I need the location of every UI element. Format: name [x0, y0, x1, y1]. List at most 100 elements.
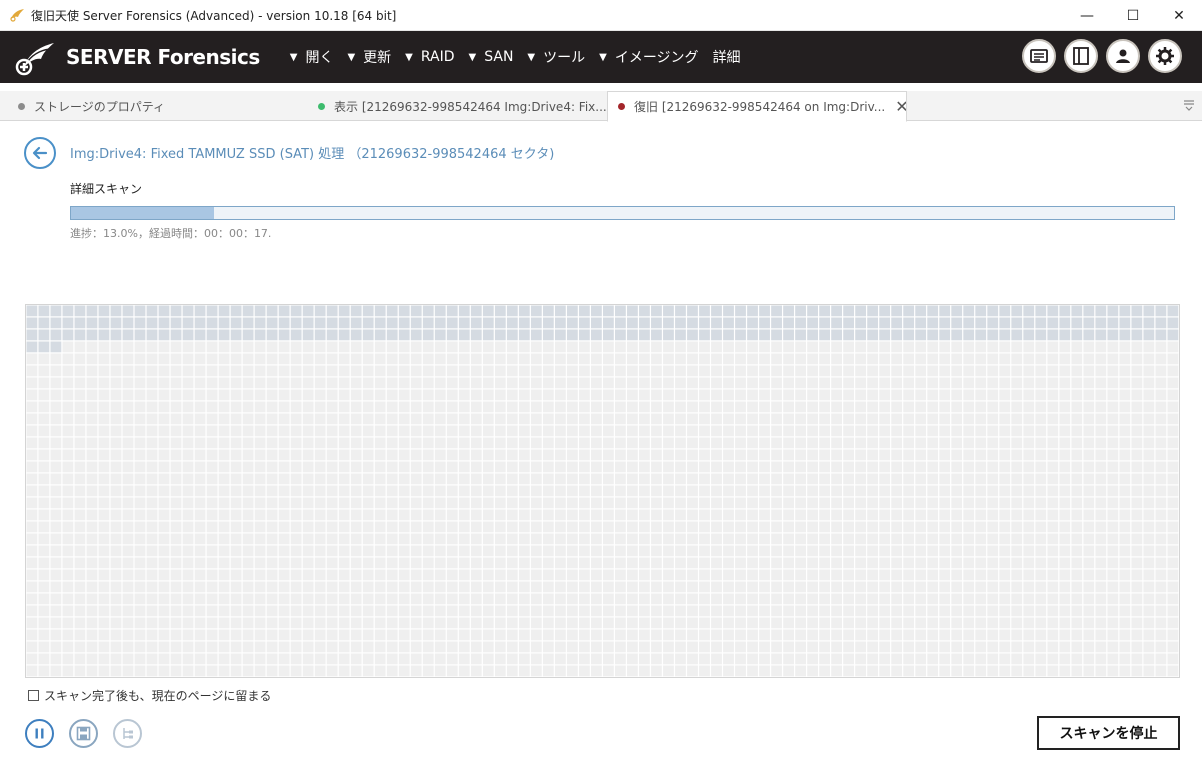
sector-block	[506, 401, 518, 413]
sector-block	[482, 389, 494, 401]
sector-block	[86, 605, 98, 617]
sector-block	[687, 557, 698, 569]
sector-block	[759, 581, 770, 593]
settings-button[interactable]	[1148, 39, 1182, 73]
back-button[interactable]	[24, 137, 56, 169]
sector-block	[795, 353, 806, 365]
sector-block	[651, 521, 662, 533]
menu-refresh[interactable]: ▼ 更新	[347, 47, 391, 67]
sector-block	[494, 461, 506, 473]
sector-block	[110, 569, 122, 581]
sector-block	[1143, 545, 1155, 557]
sector-block	[242, 437, 254, 449]
sector-block	[326, 425, 338, 437]
sector-block	[879, 605, 891, 617]
sector-block	[675, 617, 686, 629]
sector-block	[891, 653, 903, 665]
menu-san[interactable]: ▼ SAN	[469, 49, 514, 65]
close-tab-icon[interactable]: ✕	[895, 97, 906, 116]
sector-block	[134, 461, 146, 473]
sector-block	[398, 461, 410, 473]
sector-block	[194, 569, 206, 581]
save-button[interactable]	[69, 719, 98, 748]
tab-storage-properties[interactable]: ストレージのプロパティ	[10, 91, 300, 121]
sector-block	[314, 665, 326, 677]
sector-block	[651, 437, 662, 449]
menu-open[interactable]: ▼ 開く	[290, 47, 334, 67]
sector-block	[735, 605, 746, 617]
sector-block	[699, 593, 710, 605]
tab-view[interactable]: 表示 [21269632-998542464 Img:Drive4: Fix..…	[310, 91, 606, 121]
sector-block	[146, 509, 158, 521]
sector-block	[927, 557, 939, 569]
sector-block	[915, 317, 927, 329]
sector-block	[675, 593, 686, 605]
sector-block	[627, 341, 638, 353]
sector-block	[506, 605, 518, 617]
sector-block	[723, 641, 734, 653]
panel-toggle-button[interactable]	[1064, 39, 1098, 73]
sector-block	[230, 533, 242, 545]
minimize-button[interactable]: —	[1064, 0, 1110, 31]
sector-block	[122, 641, 134, 653]
sector-block	[987, 461, 999, 473]
sector-block	[951, 389, 963, 401]
tree-view-button[interactable]	[113, 719, 142, 748]
menu-tools[interactable]: ▼ ツール	[527, 47, 585, 67]
sector-block	[795, 389, 806, 401]
sector-block	[470, 413, 482, 425]
sector-block	[74, 305, 86, 317]
sector-block	[627, 365, 638, 377]
sector-block	[50, 305, 62, 317]
stay-on-page-checkbox[interactable]	[28, 690, 39, 701]
sector-block	[1107, 401, 1119, 413]
sector-block	[134, 353, 146, 365]
sector-block	[302, 509, 314, 521]
sector-block	[951, 605, 963, 617]
pause-button[interactable]	[25, 719, 54, 748]
sector-block	[651, 461, 662, 473]
sector-block	[675, 509, 686, 521]
tab-list-icon[interactable]	[1182, 98, 1196, 112]
sector-block	[1059, 377, 1071, 389]
sector-block	[867, 497, 879, 509]
log-button[interactable]	[1022, 39, 1056, 73]
sector-block	[314, 413, 326, 425]
menu-imaging[interactable]: ▼ イメージング	[599, 47, 698, 67]
user-button[interactable]	[1106, 39, 1140, 73]
stop-scan-button[interactable]: スキャンを停止	[1037, 716, 1180, 750]
tab-recovery[interactable]: 復旧 [21269632-998542464 on Img:Driv... ✕	[607, 91, 907, 122]
sector-block	[1023, 401, 1035, 413]
sector-block	[879, 617, 891, 629]
sector-block	[218, 329, 230, 341]
stay-on-page-option[interactable]: スキャン完了後も、現在のページに留まる	[28, 687, 271, 704]
menu-raid[interactable]: ▼ RAID	[405, 49, 454, 65]
sector-block	[158, 605, 170, 617]
sector-block	[242, 401, 254, 413]
menu-details[interactable]: 詳細	[713, 47, 741, 67]
sector-block	[867, 665, 879, 677]
sector-block	[675, 569, 686, 581]
sector-block	[1023, 557, 1035, 569]
sector-block	[1119, 377, 1131, 389]
sector-block	[1083, 569, 1095, 581]
scan-progress-bar	[70, 206, 1175, 220]
sector-block	[422, 437, 434, 449]
sector-block	[1095, 413, 1107, 425]
close-window-button[interactable]: ✕	[1156, 0, 1202, 31]
maximize-button[interactable]: ☐	[1110, 0, 1156, 31]
sector-block	[999, 377, 1011, 389]
sector-block	[422, 581, 434, 593]
sector-block	[434, 605, 446, 617]
sector-block	[194, 593, 206, 605]
sector-block	[807, 353, 818, 365]
sector-block	[362, 449, 374, 461]
sector-block	[1119, 545, 1131, 557]
sector-block	[1023, 317, 1035, 329]
sector-block	[711, 665, 722, 677]
sector-block	[410, 653, 422, 665]
sector-block	[843, 485, 855, 497]
sector-block	[1107, 305, 1119, 317]
sector-block	[206, 425, 218, 437]
sector-block	[350, 605, 362, 617]
